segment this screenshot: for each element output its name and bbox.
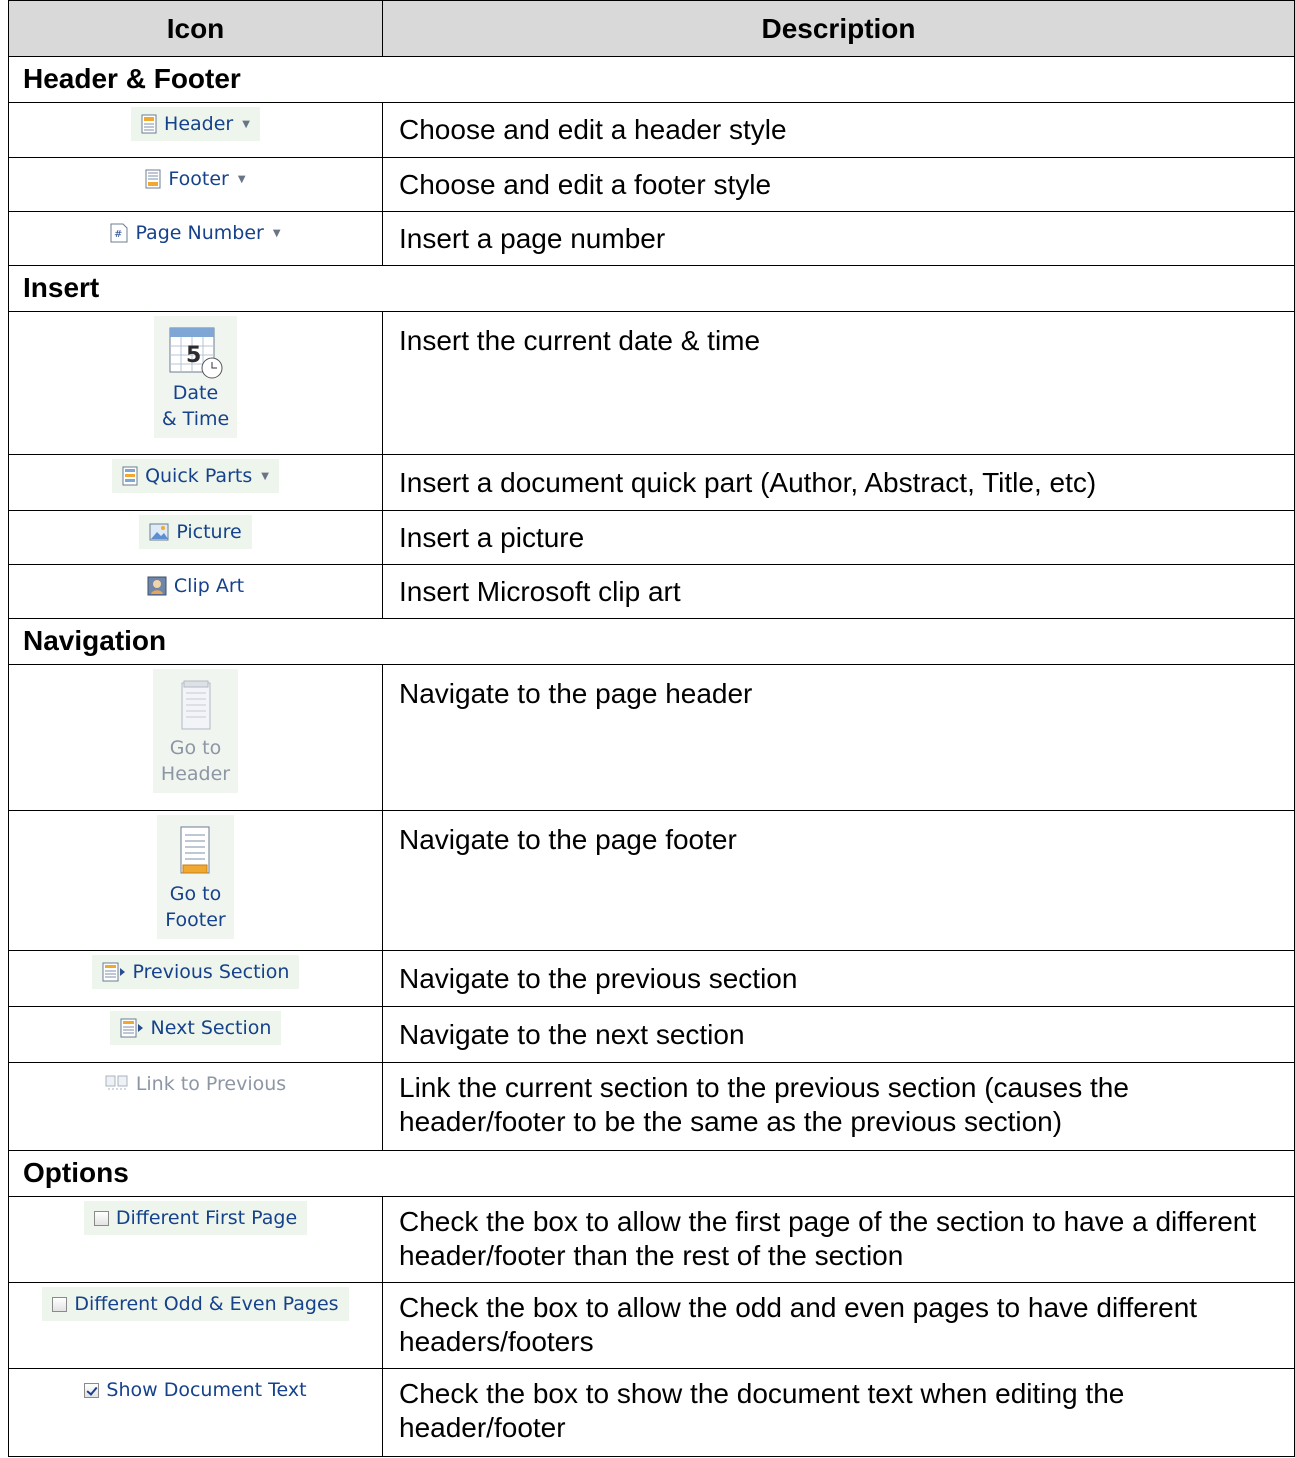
row-description: Navigate to the previous section	[382, 950, 1295, 1007]
chevron-down-icon: ▼	[272, 227, 281, 239]
section-row: Options	[8, 1150, 1295, 1197]
footer-button[interactable]: Footer ▼	[135, 162, 255, 196]
header-button[interactable]: Header ▼	[131, 107, 260, 141]
link-to-previous-button[interactable]: Link to Previous	[95, 1067, 296, 1101]
row-description: Check the box to allow the first page of…	[382, 1196, 1295, 1283]
row-description: Choose and edit a header style	[382, 102, 1295, 158]
row-description: Insert a page number	[382, 211, 1295, 266]
reference-table: Icon Description Header & Footer Header ▼…	[8, 0, 1295, 1457]
go-to-footer-icon	[180, 826, 210, 874]
section-row: Header & Footer	[8, 56, 1295, 103]
go-to-footer-button[interactable]: Go to Footer	[157, 815, 234, 939]
table-row: Link to Previous Link the current sectio…	[8, 1062, 1295, 1151]
checkbox-icon	[93, 1210, 109, 1226]
clip-art-button[interactable]: Clip Art	[137, 569, 254, 603]
section-row: Insert	[8, 265, 1295, 312]
table-row: Different First Page Check the box to al…	[8, 1196, 1295, 1283]
table-row: Go to Header Navigate to the page header	[8, 664, 1295, 811]
quick-parts-icon	[122, 466, 138, 486]
table-row: Previous Section Navigate to the previou…	[8, 950, 1295, 1007]
different-first-page-checkbox[interactable]: Different First Page	[83, 1201, 308, 1235]
section-row: Navigation	[8, 618, 1295, 665]
table-row: # Page Number ▼ Insert a page number	[8, 211, 1295, 266]
table-header-row: Icon Description	[8, 0, 1295, 57]
row-description: Insert a document quick part (Author, Ab…	[382, 454, 1295, 511]
row-description: Insert a picture	[382, 510, 1295, 565]
different-odd-even-pages-checkbox[interactable]: Different Odd & Even Pages	[42, 1287, 349, 1321]
calendar-clock-icon: 5	[169, 327, 223, 379]
table-row: Quick Parts ▼ Insert a document quick par…	[8, 454, 1295, 511]
table-row: Footer ▼ Choose and edit a footer style	[8, 157, 1295, 212]
row-description: Check the box to show the document text …	[382, 1368, 1295, 1457]
row-description: Navigate to the page footer	[382, 810, 1295, 951]
table-row: Go to Footer Navigate to the page footer	[8, 810, 1295, 951]
footer-icon	[145, 169, 161, 189]
description-column-header: Description	[382, 0, 1295, 57]
chevron-down-icon: ▼	[237, 173, 246, 185]
go-to-header-button[interactable]: Go to Header	[152, 669, 239, 793]
section-title: Header & Footer	[8, 56, 1295, 103]
quick-parts-button[interactable]: Quick Parts ▼	[112, 459, 279, 493]
checkbox-checked-icon	[84, 1382, 100, 1398]
section-title: Insert	[8, 265, 1295, 312]
table-row: Clip Art Insert Microsoft clip art	[8, 564, 1295, 619]
header-icon	[141, 114, 157, 134]
table-row: Next Section Navigate to the next sectio…	[8, 1006, 1295, 1063]
row-description: Insert the current date & time	[382, 311, 1295, 455]
row-description: Choose and edit a footer style	[382, 157, 1295, 212]
page-number-button[interactable]: # Page Number ▼	[100, 216, 290, 250]
icon-column-header: Icon	[8, 0, 383, 57]
table-row: Different Odd & Even Pages Check the box…	[8, 1282, 1295, 1369]
picture-icon	[149, 523, 169, 541]
chevron-down-icon: ▼	[242, 118, 250, 130]
picture-button[interactable]: Picture	[139, 515, 252, 549]
svg-text:#: #	[114, 229, 122, 240]
row-description: Navigate to the page header	[382, 664, 1295, 811]
table-row: 5 Date & Time Insert the current date & …	[8, 311, 1295, 455]
row-description: Insert Microsoft clip art	[382, 564, 1295, 619]
next-section-icon	[120, 1018, 143, 1038]
table-row: Picture Insert a picture	[8, 510, 1295, 565]
row-description: Navigate to the next section	[382, 1006, 1295, 1063]
previous-section-button[interactable]: Previous Section	[91, 955, 300, 989]
row-description: Check the box to allow the odd and even …	[382, 1282, 1295, 1369]
clip-art-icon	[147, 576, 167, 596]
go-to-header-icon	[181, 680, 210, 730]
show-document-text-checkbox[interactable]: Show Document Text	[74, 1373, 316, 1407]
table-row: Show Document Text Check the box to show…	[8, 1368, 1295, 1457]
next-section-button[interactable]: Next Section	[109, 1011, 282, 1045]
row-description: Link the current section to the previous…	[382, 1062, 1295, 1151]
chevron-down-icon: ▼	[261, 470, 269, 482]
previous-section-icon	[102, 962, 125, 982]
section-title: Navigation	[8, 618, 1295, 665]
svg-text:5: 5	[186, 343, 201, 368]
link-to-previous-icon	[105, 1075, 128, 1090]
checkbox-icon	[52, 1296, 68, 1312]
page-number-icon: #	[110, 223, 128, 243]
section-title: Options	[8, 1150, 1295, 1197]
table-row: Header ▼ Choose and edit a header style	[8, 102, 1295, 158]
date-time-button[interactable]: 5 Date & Time	[153, 316, 238, 438]
